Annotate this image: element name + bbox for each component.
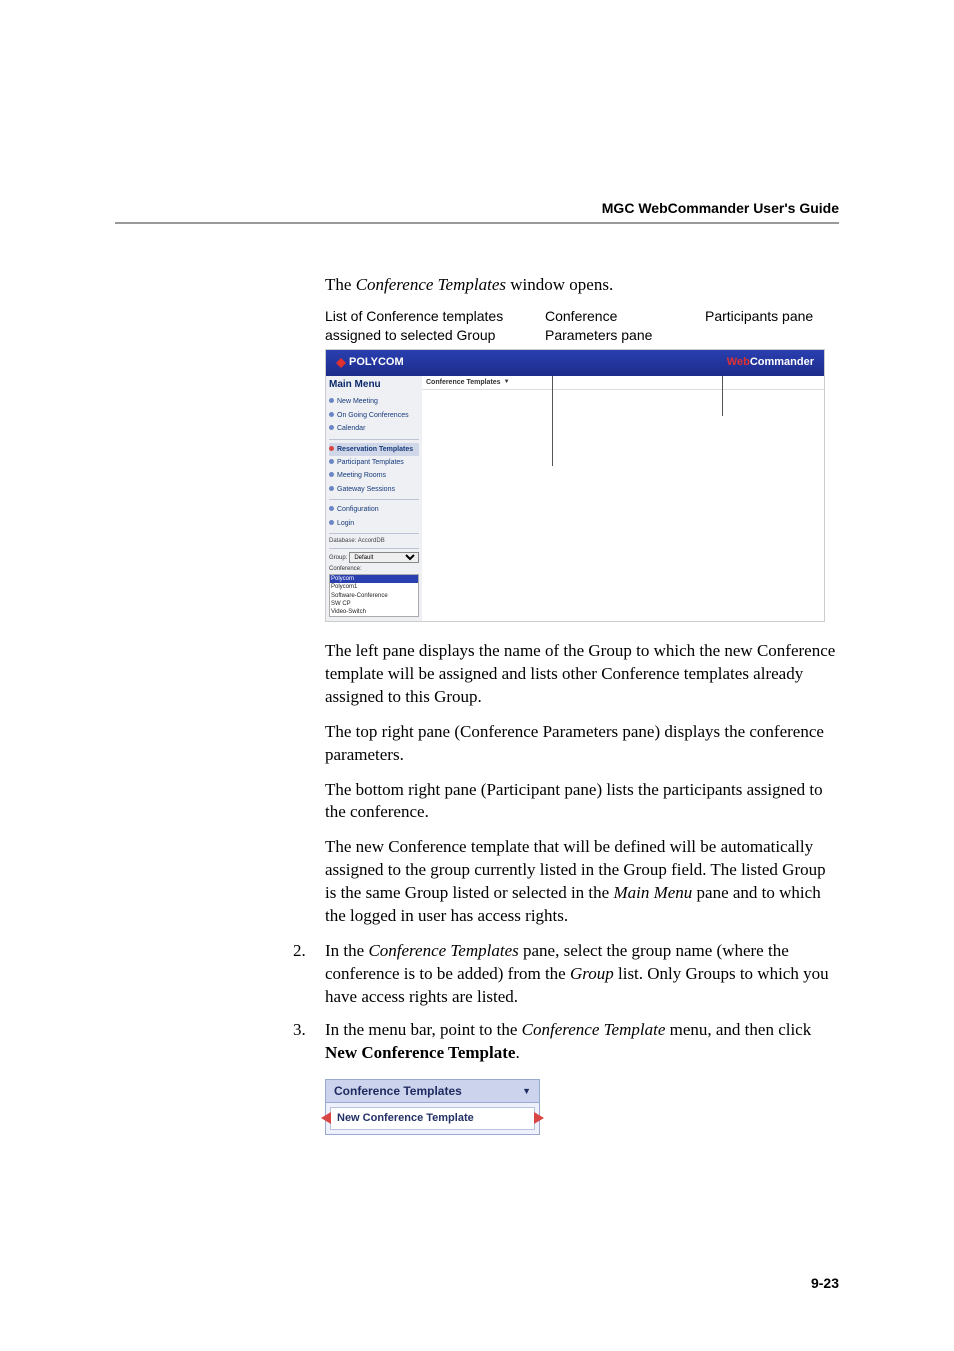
callout-label-1b: assigned to selected Group [325,326,545,345]
callout-divider-line [722,376,723,416]
list-item[interactable]: Video-Switch [330,608,418,616]
sidebar-item[interactable]: New Meeting [329,395,419,408]
brand-text: POLYCOM [349,355,404,370]
step-3-body: In the menu bar, point to the Conference… [325,1019,839,1135]
callout-label-2b: Parameters pane [545,326,705,345]
s2-a: In the [325,941,368,960]
s3-bold: New Conference Template [325,1043,515,1062]
list-item[interactable]: SW CP [330,600,418,608]
s3-em: Conference Template [522,1020,666,1039]
callout-labels: List of Conference templates assigned to… [325,307,839,345]
paragraph-2: The top right pane (Conference Parameter… [325,721,839,767]
chevron-down-icon: ▼ [522,1085,531,1097]
right-panes: Conference Templates ▼ [422,376,824,621]
sidebar-item[interactable]: Calendar [329,422,419,435]
conference-label: Conference: [329,565,419,573]
app-title-prefix: Web [727,356,750,368]
paragraph-3: The bottom right pane (Participant pane)… [325,779,839,825]
paragraph-1: The left pane displays the name of the G… [325,640,839,709]
s2-em2: Group [570,964,614,983]
paragraph-4: The new Conference template that will be… [325,836,839,928]
group-select[interactable]: Default [349,552,419,563]
dropdown-figure: Conference Templates ▼ New Conference Te… [325,1079,540,1135]
header-guide-title: MGC WebCommander User's Guide [115,200,839,216]
p4-em: Main Menu [613,883,692,902]
sidebar-item[interactable]: Gateway Sessions [329,483,419,496]
step-2: 2. In the Conference Templates pane, sel… [293,940,839,1009]
conference-list[interactable]: PolycomPolycom1Software-ConferenceSW CPV… [329,574,419,616]
sidebar-item[interactable]: Configuration [329,503,419,516]
app-title: WebCommander [727,355,814,370]
callout-label-1a: List of Conference templates [325,307,545,326]
main-menu-heading: Main Menu [329,378,419,392]
sidebar-item[interactable]: Reservation Templates [329,443,419,456]
step-3: 3. In the menu bar, point to the Confere… [293,1019,839,1135]
list-item[interactable]: Software-Conference [330,592,418,600]
step-2-body: In the Conference Templates pane, select… [325,940,839,1009]
chevron-down-icon: ▼ [504,378,510,386]
conference-templates-menubar[interactable]: Conference Templates ▼ [422,376,824,390]
callout-label-2a: Conference [545,307,705,326]
sidebar-item[interactable]: Meeting Rooms [329,469,419,482]
database-label: Database: [329,538,356,544]
intro-prefix: The [325,275,356,294]
intro-em: Conference Templates [356,275,506,294]
app-banner: POLYCOM WebCommander [326,350,824,376]
intro-line: The Conference Templates window opens. [325,274,839,297]
group-label: Group: [329,554,347,562]
header-rule [115,222,839,224]
step-2-number: 2. [293,940,325,1009]
brand-logo: POLYCOM [336,355,404,370]
database-value: AccordDB [358,538,385,544]
s2-em1: Conference Templates [368,941,518,960]
callout-label-3: Participants pane [705,307,839,326]
app-title-suffix: Commander [750,356,814,368]
s3-b: menu, and then click [665,1020,811,1039]
sidebar-item[interactable]: Login [329,517,419,530]
dropdown-item-new-conference-template[interactable]: New Conference Template [330,1107,535,1130]
s3-a: In the menu bar, point to the [325,1020,522,1039]
s3-c: . [515,1043,519,1062]
left-pane: Main Menu New MeetingOn Going Conference… [326,376,422,621]
menubar-label: Conference Templates [426,378,501,387]
list-item[interactable]: Polycom [330,575,418,583]
database-row: Database: AccordDB [329,537,419,545]
dropdown-header-label: Conference Templates [334,1083,462,1099]
polycom-icon [336,358,346,368]
intro-suffix: window opens. [506,275,613,294]
callout-divider-line [552,376,553,466]
sidebar-item[interactable]: Participant Templates [329,456,419,469]
list-item[interactable]: Polycom1 [330,583,418,591]
sidebar-item[interactable]: On Going Conferences [329,409,419,422]
screenshot-figure: POLYCOM WebCommander Main Menu New Meeti… [325,349,825,622]
dropdown-header[interactable]: Conference Templates ▼ [325,1079,540,1103]
page-number: 9-23 [811,1275,839,1291]
